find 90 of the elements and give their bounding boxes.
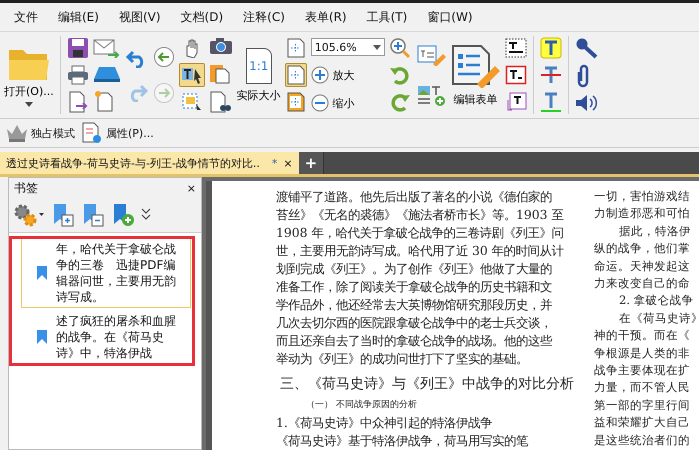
underline-text-icon[interactable]: [540, 91, 562, 114]
menu-item[interactable]: 注释(C): [235, 8, 297, 26]
more-chevron-icon[interactable]: [141, 208, 151, 222]
new-tab-button[interactable]: +: [298, 152, 324, 174]
text-stamp-icon[interactable]: [504, 92, 527, 112]
modified-indicator: *: [272, 156, 278, 170]
bookmark-icon: [36, 265, 48, 281]
text-line: 举动为《列王》的成功问世打下了坚实的基础。: [276, 350, 529, 368]
text-line: 是这些统治者们的: [594, 432, 691, 449]
text-edit-icon[interactable]: [416, 44, 447, 66]
close-button[interactable]: ×: [186, 182, 196, 194]
menu-item[interactable]: 文档(D): [172, 8, 236, 26]
text-line: 三、《荷马史诗》与《列王》中战争的对比分析: [279, 375, 574, 394]
bookmark-item[interactable]: 年，哈代关于拿破仑战争的三卷 迅捷PDF编辑器问世，主要用无韵诗写成。: [21, 238, 191, 308]
text-line: 几次去切尔西的医院跟拿破仑战争中的老士兵交谈，: [276, 314, 553, 332]
text-line: 战争主要体现在扩: [594, 362, 691, 380]
zoom-dropdown[interactable]: 105.6%: [310, 38, 385, 56]
text-line: 而且还亲自去了当时的拿破仑战争的战场。他的这些: [276, 332, 554, 350]
text-line: 据此，特洛伊: [618, 222, 692, 240]
export-document-icon[interactable]: [66, 91, 89, 113]
properties-button[interactable]: 属性(P)...: [81, 122, 154, 144]
text-line: 争根源是人类的非: [594, 344, 691, 362]
crown-icon: [6, 124, 28, 142]
text-line: 渡铺平了道路。他先后出版了著名的小说《德伯家的: [276, 188, 553, 206]
text-line: 学作品外，他还经常去大英博物馆研究那段历史，并: [276, 296, 553, 314]
text-line: 神的干预。而在《: [594, 327, 691, 344]
zoom-in-button[interactable]: 放大: [310, 66, 355, 84]
fit-width-icon[interactable]: [284, 36, 307, 60]
open-button[interactable]: 打开(O)...: [4, 44, 54, 106]
text-line: 苔丝》《无名的裘德》《施法者桥市长》等。1903 至: [276, 206, 564, 224]
minus-icon: [310, 94, 329, 112]
text-line: 一切，害怕游戏结: [594, 188, 691, 205]
collapse-bookmarks-icon[interactable]: [81, 203, 105, 227]
text-line: 纵的战争，他们掌: [594, 240, 691, 258]
text-line: 世，主要用无韵诗写成。哈代用了近 30 年的时间从计: [276, 242, 565, 260]
text-line: 在《荷马史诗》: [618, 310, 699, 327]
caret-icon: [24, 102, 33, 106]
bookmark-icon: [36, 329, 48, 345]
add-bookmark-icon[interactable]: [111, 203, 135, 227]
menu-item[interactable]: 工具(T): [358, 8, 420, 26]
print-icon[interactable]: [66, 65, 89, 85]
menu-item[interactable]: 窗口(W): [419, 8, 485, 26]
text-line: （一） 不同战争原因的分析: [305, 398, 418, 412]
expand-bookmarks-icon[interactable]: [51, 203, 75, 227]
caret-icon: [372, 44, 381, 50]
text-line: 准备工作，除了阅读关于拿破仑战争的历史书籍和文: [276, 278, 553, 296]
highlight-text-icon[interactable]: [540, 36, 562, 59]
plus-icon: [310, 66, 329, 84]
email-icon[interactable]: [92, 38, 121, 58]
text-box-icon[interactable]: [504, 64, 527, 85]
save-icon[interactable]: [66, 37, 89, 59]
fit-visible-icon[interactable]: [284, 90, 307, 114]
fit-page-icon[interactable]: [284, 62, 307, 87]
strikethrough-text-icon[interactable]: [540, 64, 562, 86]
text-line: 力来改变自己的命: [594, 275, 691, 292]
text-line: 力制造邪恶和可怕: [594, 205, 691, 222]
bookmark-item[interactable]: 述了疯狂的屠杀和血腥的战争。在《荷马史诗》中，特洛伊战: [21, 310, 191, 364]
menu-item[interactable]: 表单(R): [296, 8, 359, 26]
text-line: 第一部的字里行间: [594, 396, 691, 414]
find-document-icon[interactable]: [208, 90, 231, 113]
properties-icon: [81, 122, 103, 144]
speaker-icon[interactable]: [574, 93, 599, 114]
text-line: 2. 拿破仑战争: [618, 292, 695, 310]
zoom-out-button[interactable]: 缩小: [310, 94, 355, 112]
document-tab[interactable]: 透过史诗看战争-荷马史诗-与-列王-战争情节的对比.. * ×: [0, 152, 299, 174]
close-tab-button[interactable]: ×: [283, 156, 293, 170]
text-field-icon[interactable]: [504, 38, 527, 58]
actual-size-icon: 1:1: [246, 48, 272, 84]
text-line: 命运。天神发起这: [594, 258, 691, 275]
menu-item[interactable]: 文件: [6, 8, 50, 26]
gear-icon[interactable]: [13, 203, 45, 227]
new-document-icon[interactable]: [92, 90, 115, 112]
text-line: 1908 年，哈代关于拿破仑战争的三卷诗剧《列王》问: [276, 224, 564, 242]
scanner-icon[interactable]: [92, 64, 121, 83]
image-text-icon[interactable]: [416, 84, 447, 106]
text-line: 力量，而不管人民: [594, 379, 691, 396]
camera-icon[interactable]: [208, 37, 233, 56]
menu-item[interactable]: 编辑(E): [50, 8, 111, 26]
select-text-icon[interactable]: [178, 62, 205, 87]
text-line: 1.《荷马史诗》中众神引起的特洛伊战争: [276, 414, 493, 432]
exclusive-mode-button[interactable]: 独占模式: [6, 124, 75, 142]
edit-form-button[interactable]: 编辑表单: [450, 44, 501, 106]
text-line: 《荷马史诗》基于特洛伊战争，荷马用写实的笔: [276, 432, 530, 450]
panel-title: 书签: [14, 180, 38, 196]
text-line: 益和荣耀扩大自己: [594, 414, 691, 432]
rotate-right-icon[interactable]: [388, 91, 411, 114]
magnifier-icon[interactable]: [388, 36, 413, 59]
actual-size-button[interactable]: 1:1 实际大小: [236, 48, 281, 102]
text-line: 划到完成《列王》。为了创作《列王》他做了大量的: [276, 260, 553, 278]
menu-item[interactable]: 视图(V): [110, 8, 173, 26]
